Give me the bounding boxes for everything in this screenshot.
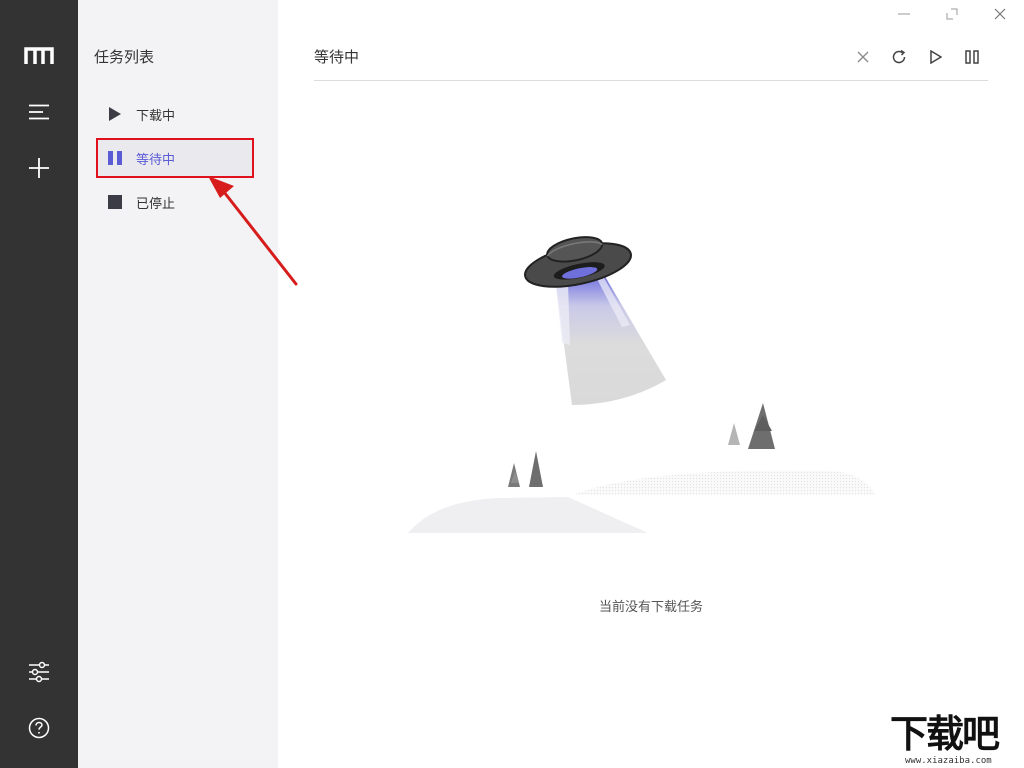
page-title: 等待中 bbox=[314, 48, 360, 66]
delete-task-icon[interactable] bbox=[852, 46, 874, 68]
stop-icon bbox=[106, 193, 124, 211]
minimize-icon[interactable] bbox=[892, 4, 916, 24]
list-item-waiting[interactable]: 等待中 bbox=[96, 138, 254, 178]
add-task-icon[interactable] bbox=[19, 148, 59, 188]
list-item-label: 等待中 bbox=[136, 152, 176, 168]
pause-all-icon[interactable] bbox=[961, 46, 983, 68]
refresh-icon[interactable] bbox=[888, 46, 910, 68]
empty-state-ufo-illustration bbox=[408, 236, 876, 533]
watermark-url: www.xiazaiba.com bbox=[905, 756, 992, 766]
maximize-icon[interactable] bbox=[940, 4, 964, 24]
task-list-menu-icon[interactable] bbox=[19, 92, 59, 132]
app-logo-icon bbox=[19, 36, 59, 76]
header-divider bbox=[314, 80, 988, 81]
play-icon bbox=[106, 105, 124, 123]
empty-state-text: 当前没有下载任务 bbox=[598, 600, 703, 615]
list-item-label: 已停止 bbox=[136, 196, 176, 212]
close-window-icon[interactable] bbox=[988, 4, 1012, 24]
resume-all-icon[interactable] bbox=[925, 46, 947, 68]
list-item-downloading[interactable]: 下载中 bbox=[98, 96, 252, 132]
main-panel: 等待中 当前没有下载任务 bbox=[278, 0, 1024, 768]
app-rail bbox=[0, 0, 78, 768]
list-item-stopped[interactable]: 已停止 bbox=[98, 184, 252, 220]
task-list-pane: 任务列表 下载中 等待中 已停止 bbox=[78, 0, 278, 768]
task-list-title: 任务列表 bbox=[94, 48, 155, 66]
list-item-label: 下载中 bbox=[136, 108, 176, 124]
watermark-logo: 下载吧 bbox=[890, 712, 1000, 756]
pause-icon bbox=[106, 149, 124, 167]
help-icon[interactable] bbox=[19, 708, 59, 748]
settings-sliders-icon[interactable] bbox=[19, 652, 59, 692]
